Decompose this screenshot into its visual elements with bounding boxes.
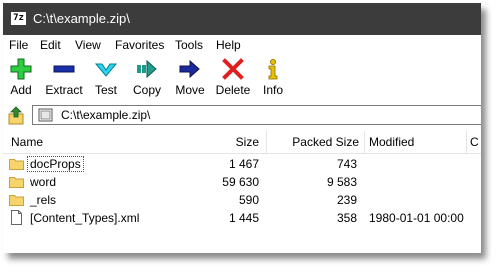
column-header-modified[interactable]: Modified [369, 135, 414, 149]
menu-edit[interactable]: Edit [40, 38, 61, 52]
file-packed-size: 358 [336, 211, 357, 225]
file-modified: 1980-01-01 00:00 [369, 211, 464, 225]
column-divider[interactable] [364, 131, 365, 153]
file-name: word [30, 175, 57, 189]
address-bar: C:\t\example.zip\ [3, 103, 481, 129]
file-list-header: Name Size Packed Size Modified C [3, 131, 481, 154]
move-arrow-icon [179, 59, 200, 79]
app-window: 7z C:\t\example.zip\ File Edit View Favo… [3, 3, 481, 253]
column-header-extra[interactable]: C [470, 135, 479, 149]
file-size: 590 [238, 193, 259, 207]
file-size: 1 445 [228, 211, 259, 225]
up-folder-button[interactable] [7, 106, 27, 126]
menu-favorites[interactable]: Favorites [115, 38, 164, 52]
move-button[interactable]: Move [173, 58, 207, 97]
info-button[interactable]: Info [260, 58, 286, 97]
test-checkmark-icon [95, 63, 117, 77]
copy-button[interactable]: Copy [130, 58, 164, 97]
info-icon [268, 59, 278, 80]
folder-icon [9, 159, 24, 170]
file-name: _rels [30, 193, 57, 207]
copy-label: Copy [132, 83, 161, 97]
column-header-size[interactable]: Size [203, 135, 259, 149]
file-row-rels[interactable]: _rels 590 239 [3, 191, 481, 209]
extract-button[interactable]: Extract [45, 58, 83, 97]
7zip-app-icon: 7z [11, 12, 26, 25]
folder-icon [9, 177, 24, 188]
menu-help[interactable]: Help [216, 38, 241, 52]
file-size: 59 630 [222, 175, 259, 189]
test-label: Test [94, 83, 117, 97]
address-field[interactable]: C:\t\example.zip\ [32, 105, 481, 125]
file-row-word[interactable]: word 59 630 9 583 [3, 173, 481, 191]
delete-button[interactable]: Delete [214, 58, 252, 97]
info-label: Info [262, 83, 283, 97]
file-packed-size: 239 [336, 193, 357, 207]
column-divider[interactable] [466, 131, 467, 153]
window-title: C:\t\example.zip\ [33, 11, 130, 26]
add-label: Add [10, 83, 32, 97]
file-packed-size: 743 [336, 157, 357, 171]
delete-x-icon [222, 58, 244, 80]
menu-view[interactable]: View [75, 38, 101, 52]
document-file-icon [11, 210, 22, 225]
up-folder-icon [8, 106, 24, 125]
folder-icon [9, 195, 24, 206]
copy-arrow-icon [137, 59, 157, 79]
column-header-name[interactable]: Name [11, 135, 43, 149]
address-path: C:\t\example.zip\ [61, 108, 151, 122]
add-icon [10, 58, 32, 80]
menu-tools[interactable]: Tools [175, 38, 203, 52]
file-name: docProps [27, 156, 84, 172]
extract-label: Extract [45, 83, 83, 97]
file-packed-size: 9 583 [326, 175, 357, 189]
title-bar: 7z C:\t\example.zip\ [3, 3, 481, 35]
column-header-packed-size[interactable]: Packed Size [271, 135, 359, 149]
archive-icon [38, 108, 53, 122]
file-name: [Content_Types].xml [30, 211, 140, 225]
menu-file[interactable]: File [9, 38, 28, 52]
toolbar: Add Extract Test Copy Move Delete Info [3, 55, 481, 103]
file-size: 1 467 [228, 157, 259, 171]
test-button[interactable]: Test [92, 58, 120, 97]
move-label: Move [175, 83, 205, 97]
add-button[interactable]: Add [7, 58, 35, 97]
extract-icon [53, 65, 75, 73]
file-row-content-types[interactable]: [Content_Types].xml 1 445 358 1980-01-01… [3, 209, 481, 227]
file-row-docprops[interactable]: docProps 1 467 743 [3, 155, 481, 173]
delete-label: Delete [215, 83, 251, 97]
menu-bar: File Edit View Favorites Tools Help [3, 35, 481, 55]
column-divider[interactable] [266, 131, 267, 153]
